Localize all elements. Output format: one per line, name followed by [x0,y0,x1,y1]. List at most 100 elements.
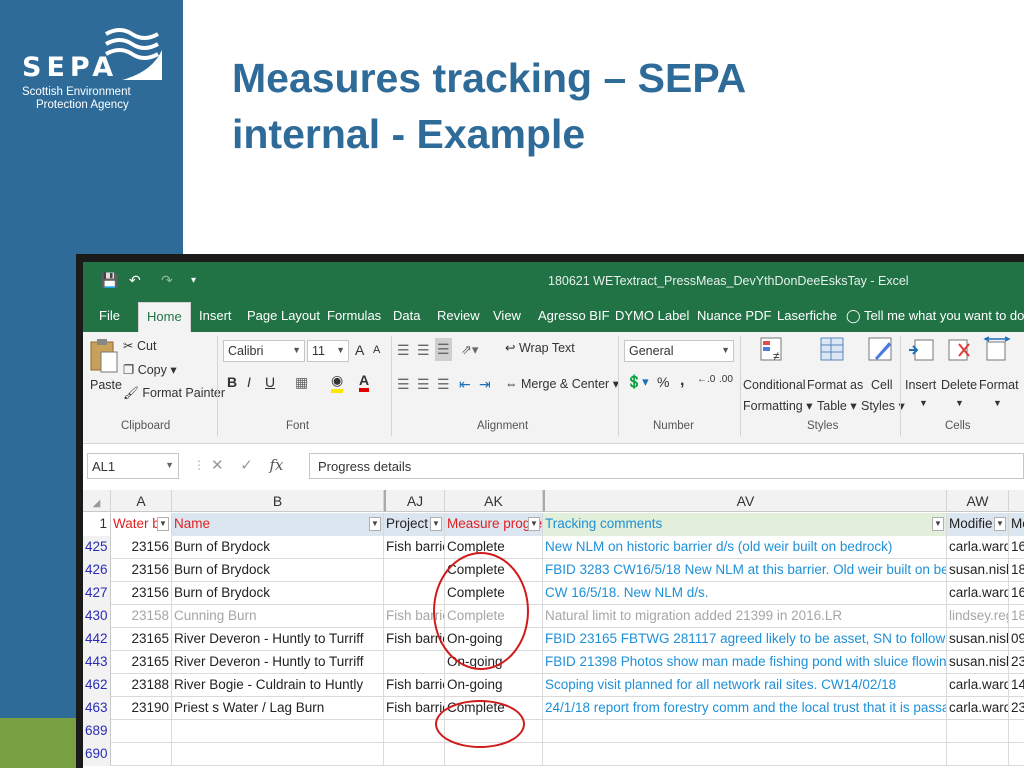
row-number[interactable]: 462 [83,674,111,697]
decrease-decimal-icon[interactable]: .00 [719,374,733,385]
cell-water-body[interactable] [111,720,172,743]
shrink-font-button[interactable]: A [373,344,380,356]
column-header-av[interactable]: AV [543,490,947,512]
format-as-table-icon[interactable] [819,336,847,364]
cell-modified-by[interactable] [947,720,1009,743]
align-middle-icon[interactable]: ☰ [417,342,430,359]
font-name-select[interactable]: Calibri ▼ [223,340,305,362]
column-header-ak[interactable]: AK [445,490,543,512]
tell-me-search[interactable]: ◯ Tell me what you want to do... [846,308,1024,324]
cell-name[interactable]: Burn of Brydock [172,536,384,559]
cell-project[interactable] [384,559,445,582]
formula-input[interactable]: Progress details [309,453,1024,479]
cell-name[interactable]: River Deveron - Huntly to Turriff [172,651,384,674]
orientation-icon[interactable]: ⇗▾ [461,342,478,358]
cell-modified-by[interactable]: lindsey.reg [947,605,1009,628]
row-number[interactable]: 430 [83,605,111,628]
tab-formulas[interactable]: Formulas [327,308,381,323]
cell-tracking-comments[interactable] [543,720,947,743]
row-number[interactable]: 1 [83,513,111,536]
tab-home[interactable]: Home [138,302,191,332]
cell-modified[interactable]: 18 [1009,605,1024,628]
cell-tracking-comments[interactable]: 24/1/18 report from forestry comm and th… [543,697,947,720]
font-size-select[interactable]: 11 ▼ [307,340,349,362]
cell-modified-by[interactable]: susan.nisbe [947,651,1009,674]
bold-button[interactable]: B [227,374,237,390]
filter-dropdown-icon[interactable]: ▼ [430,517,442,531]
cell-water-body[interactable]: 23190 [111,697,172,720]
header-modified-by[interactable]: Modifie ▼ [947,513,1009,536]
cell-water-body[interactable]: 23158 [111,605,172,628]
cell-name[interactable] [172,720,384,743]
align-bottom-icon[interactable]: ☰ [435,338,452,361]
row-number[interactable]: 427 [83,582,111,605]
increase-decimal-icon[interactable]: ←.0 [697,374,715,385]
cell-modified[interactable]: 16 [1009,536,1024,559]
column-header-b[interactable]: B [172,490,384,512]
format-as-table-label2[interactable]: Table ▾ [817,398,857,413]
copy-button[interactable]: ❐ Copy ▾ [123,362,177,377]
header-water-body[interactable]: Water b ▼ [111,513,172,536]
enter-icon[interactable]: ✓ [240,457,253,474]
cell-tracking-comments[interactable]: CW 16/5/18. New NLM d/s. [543,582,947,605]
italic-button[interactable]: I [247,374,251,390]
cell-water-body[interactable]: 23188 [111,674,172,697]
cell-tracking-comments[interactable]: FBID 21398 Photos show man made fishing … [543,651,947,674]
cell-name[interactable] [172,743,384,766]
fill-color-icon[interactable]: ◉ [331,372,344,393]
cell-tracking-comments[interactable]: Natural limit to migration added 21399 i… [543,605,947,628]
cell-modified[interactable]: 18 [1009,559,1024,582]
undo-icon[interactable]: ↶ [129,272,141,289]
row-number[interactable]: 689 [83,720,111,743]
filter-dropdown-icon[interactable]: ▼ [932,517,944,531]
header-project[interactable]: Project ▼ [384,513,445,536]
cell-modified-by[interactable]: carla.ward [947,674,1009,697]
comma-style-button[interactable]: , [680,372,684,390]
tab-file[interactable]: File [99,308,120,323]
cell-water-body[interactable]: 23156 [111,559,172,582]
align-left-icon[interactable]: ☰ [397,376,410,393]
tab-insert[interactable]: Insert [199,308,232,323]
name-box[interactable]: AL1 ▼ [87,453,179,479]
cell-water-body[interactable]: 23156 [111,582,172,605]
cell-styles-label[interactable]: Cell [871,378,893,392]
percent-style-button[interactable]: % [657,374,669,390]
cell-project[interactable]: Fish barrier [384,536,445,559]
cell-modified-by[interactable]: susan.nisbe [947,559,1009,582]
column-header-ax[interactable] [1009,490,1024,512]
column-header-a[interactable]: A [111,490,172,512]
cell-modified-by[interactable]: susan.nisbe [947,628,1009,651]
format-cells-icon[interactable] [983,336,1011,364]
tab-data[interactable]: Data [393,308,420,323]
align-center-icon[interactable]: ☰ [417,376,430,393]
header-name[interactable]: Name ▼ [172,513,384,536]
header-tracking-comments[interactable]: Tracking comments ▼ [543,513,947,536]
tab-laserfiche[interactable]: Laserfiche [777,308,837,323]
row-number[interactable]: 425 [83,536,111,559]
cell-modified[interactable]: 23 [1009,697,1024,720]
conditional-formatting-label2[interactable]: Formatting ▾ [743,398,813,413]
cell-water-body[interactable]: 23156 [111,536,172,559]
borders-icon[interactable]: ▦ [295,374,308,391]
cell-tracking-comments[interactable] [543,743,947,766]
cell-modified[interactable]: 14 [1009,674,1024,697]
decrease-indent-icon[interactable]: ⇤ [459,376,471,393]
cell-modified[interactable] [1009,743,1024,766]
align-top-icon[interactable]: ☰ [397,342,410,359]
cancel-icon[interactable]: ✕ [211,457,224,474]
row-number[interactable]: 463 [83,697,111,720]
insert-cells-icon[interactable] [907,336,935,364]
cell-water-body[interactable]: 23165 [111,651,172,674]
cell-name[interactable]: Burn of Brydock [172,582,384,605]
filter-dropdown-icon[interactable]: ▼ [994,517,1006,531]
cell-measure-progress[interactable]: On-going [445,674,543,697]
cut-button[interactable]: ✂ Cut [123,338,156,353]
conditional-formatting-icon[interactable]: ≠ [759,336,787,364]
format-painter-button[interactable]: 🖌 Format Painter [123,386,225,401]
paste-label[interactable]: Paste [90,378,122,392]
tab-dymo-label[interactable]: DYMO Label [615,308,689,323]
cell-modified[interactable]: 16 [1009,582,1024,605]
format-as-table-label[interactable]: Format as [807,378,863,392]
row-number[interactable]: 443 [83,651,111,674]
row-number[interactable]: 426 [83,559,111,582]
